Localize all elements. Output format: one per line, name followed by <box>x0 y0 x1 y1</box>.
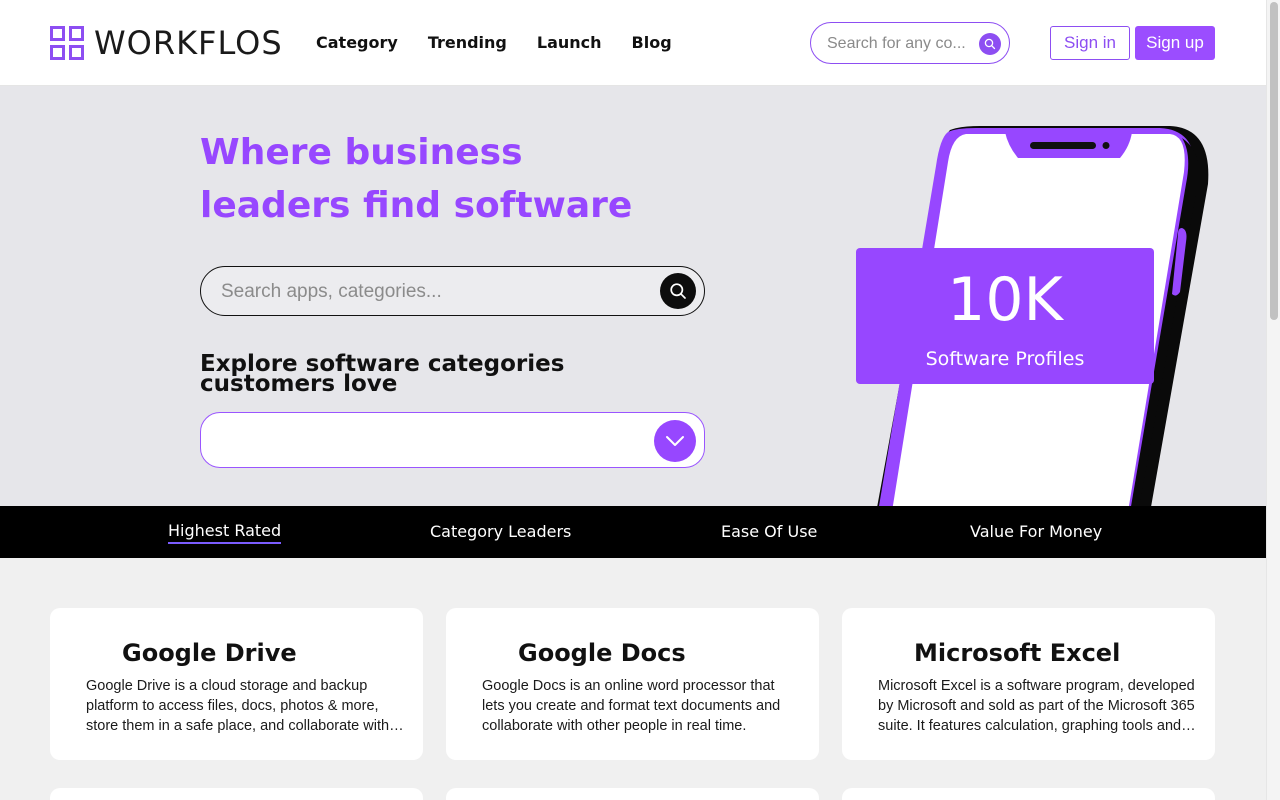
software-card[interactable] <box>50 788 423 800</box>
card-description-text: Google Docs is an online word processor … <box>482 678 781 734</box>
card-description: Microsoft Excel is a software program, d… <box>878 676 1196 736</box>
brand-logo[interactable]: WORKFLOS <box>50 26 283 60</box>
chevron-down-icon <box>666 436 684 446</box>
stat-value: 10K <box>947 265 1063 335</box>
header-search <box>810 22 1010 64</box>
card-title: Microsoft Excel <box>914 639 1121 667</box>
scrollbar-thumb[interactable] <box>1270 2 1278 320</box>
nav-blog[interactable]: Blog <box>632 32 672 54</box>
site-header: WORKFLOS Category Trending Launch Blog S… <box>0 0 1266 86</box>
card-description: Google Docs is an online word processor … <box>482 676 800 736</box>
software-card[interactable]: Google Drive Google Drive is a cloud sto… <box>50 608 423 760</box>
hero-title: Where business leaders find software <box>200 132 633 226</box>
hero-search <box>200 266 705 316</box>
card-title: Google Docs <box>518 639 686 667</box>
dropdown-toggle[interactable] <box>654 420 696 462</box>
search-icon <box>670 283 686 299</box>
header-search-button[interactable] <box>979 33 1001 55</box>
software-card[interactable]: Google Docs Google Docs is an online wor… <box>446 608 819 760</box>
logo-grid-icon <box>50 26 84 60</box>
stat-card: 10K Software Profiles <box>856 248 1154 384</box>
page-scrollbar[interactable] <box>1266 0 1280 800</box>
tab-highest-rated[interactable]: Highest Rated <box>168 520 282 544</box>
main-nav: Category Trending Launch Blog <box>316 32 702 54</box>
signin-button[interactable]: Sign in <box>1050 26 1130 60</box>
software-card[interactable] <box>842 788 1215 800</box>
header-search-input[interactable] <box>827 33 977 55</box>
hero-section: Where business leaders find software Exp… <box>0 86 1266 506</box>
brand-name: WORKFLOS <box>94 24 283 62</box>
card-title: Google Drive <box>122 639 297 667</box>
nav-trending[interactable]: Trending <box>428 32 507 54</box>
card-description-text: Google Drive is a cloud storage and back… <box>86 678 390 734</box>
tab-value-for-money[interactable]: Value For Money <box>970 521 1102 543</box>
ranking-tabs: Highest Rated Category Leaders Ease Of U… <box>0 506 1266 558</box>
search-icon <box>984 38 996 50</box>
tab-category-leaders[interactable]: Category Leaders <box>430 521 571 543</box>
hero-search-input[interactable] <box>221 280 641 304</box>
signup-button[interactable]: Sign up <box>1135 26 1215 60</box>
category-dropdown[interactable] <box>200 412 705 468</box>
card-description: Google Drive is a cloud storage and back… <box>86 676 404 736</box>
tab-ease-of-use[interactable]: Ease Of Use <box>721 521 817 543</box>
nav-launch[interactable]: Launch <box>537 32 602 54</box>
card-description-text: Microsoft Excel is a software program, d… <box>878 678 1195 734</box>
software-card[interactable]: Microsoft Excel Microsoft Excel is a sof… <box>842 608 1215 760</box>
software-card[interactable] <box>446 788 819 800</box>
hero-search-button[interactable] <box>660 273 696 309</box>
explore-heading: Explore software categories customers lo… <box>200 351 565 397</box>
nav-category[interactable]: Category <box>316 32 398 54</box>
stat-label: Software Profiles <box>925 348 1085 370</box>
